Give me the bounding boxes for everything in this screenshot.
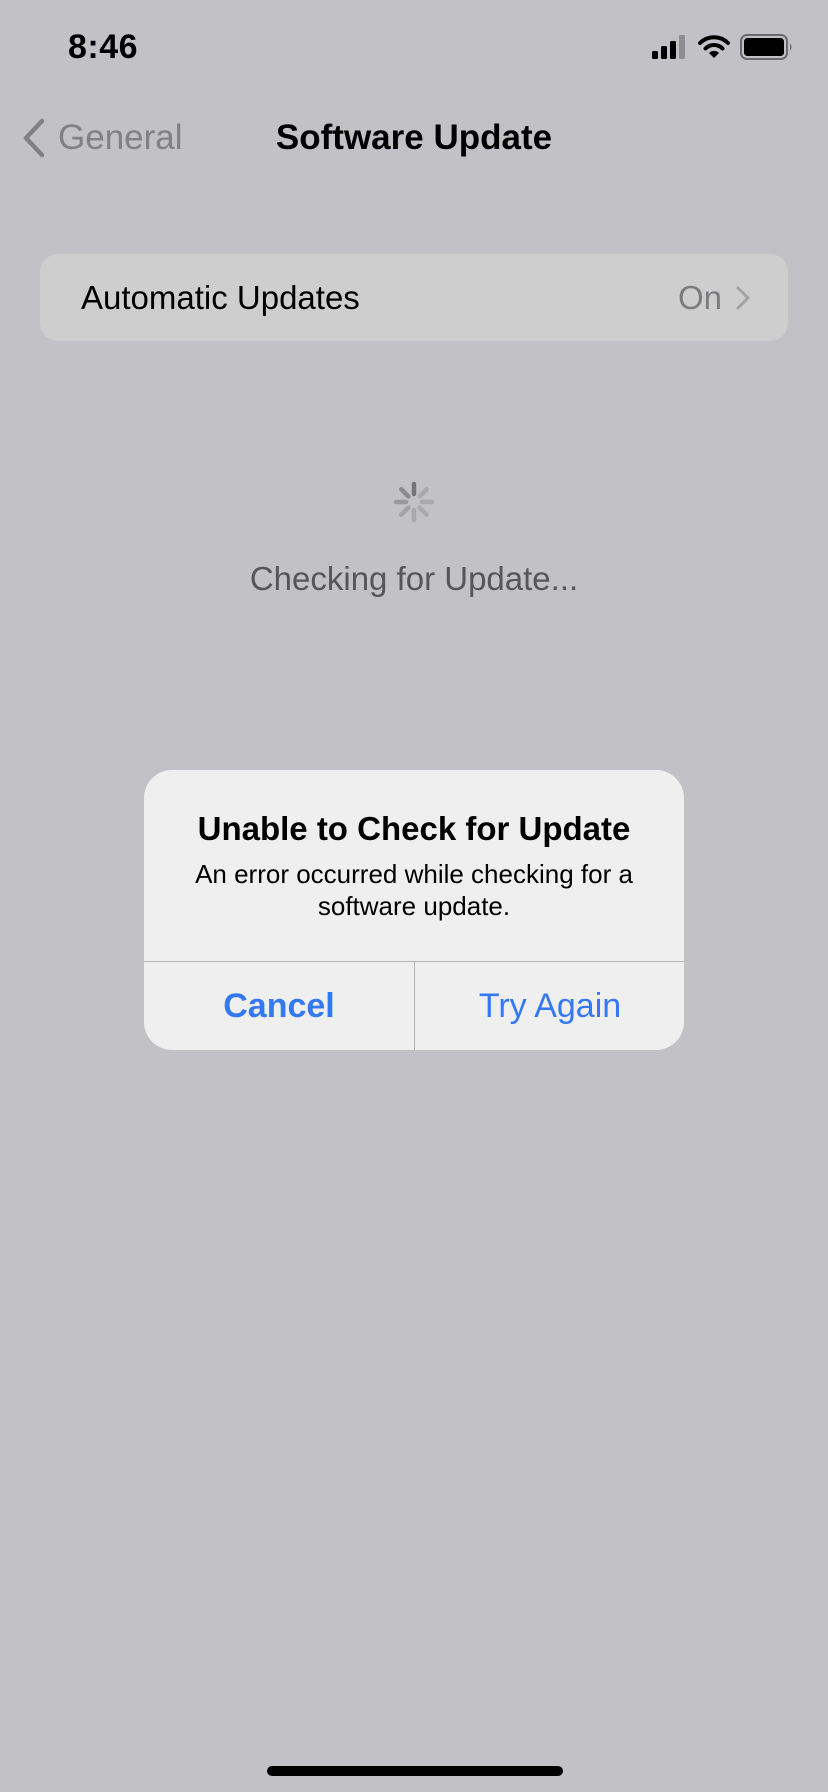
cellular-signal-icon xyxy=(652,35,685,59)
automatic-updates-value: On xyxy=(677,278,722,316)
page-title: Software Update xyxy=(275,118,553,157)
wifi-icon xyxy=(698,35,730,58)
alert-title: Unable to Check for Update xyxy=(197,810,631,847)
home-indicator[interactable] xyxy=(267,1766,563,1776)
automatic-updates-label: Automatic Updates xyxy=(81,278,360,316)
status-time: 8:46 xyxy=(68,28,139,66)
try-again-button[interactable]: Try Again xyxy=(415,962,684,1050)
cancel-button[interactable]: Cancel xyxy=(144,962,414,1050)
battery-icon xyxy=(740,34,792,60)
checking-status-text: Checking for Update... xyxy=(249,560,579,597)
automatic-updates-row[interactable]: Automatic Updates On xyxy=(40,254,788,341)
alert-dialog: Unable to Check for Update An error occu… xyxy=(144,770,684,1050)
automatic-updates-value-wrap: On xyxy=(678,279,750,317)
status-icons xyxy=(652,34,794,60)
activity-spinner-icon xyxy=(393,481,435,523)
alert-message: An error occurred while checking for a s… xyxy=(195,859,633,921)
chevron-right-icon xyxy=(736,286,750,309)
